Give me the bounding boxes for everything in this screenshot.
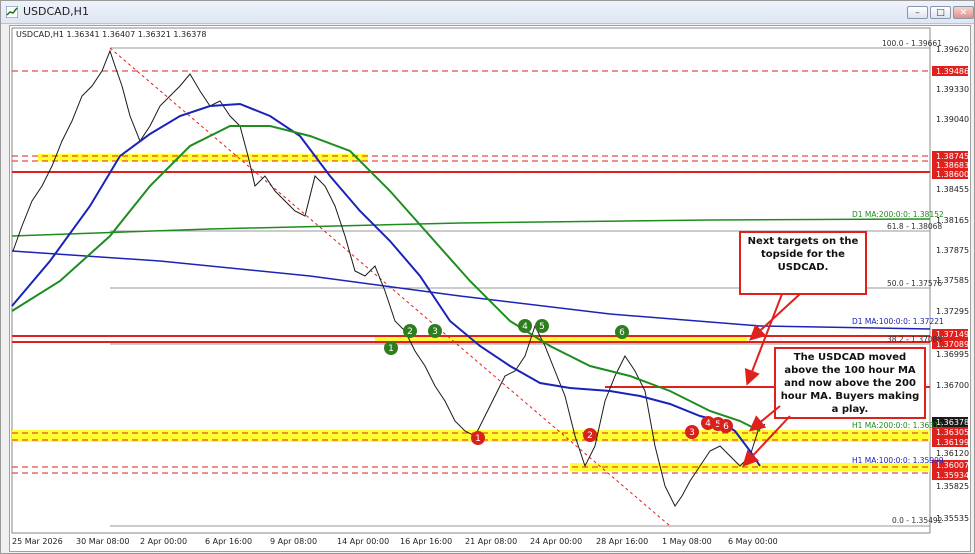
green-marker-label: 5 — [539, 322, 545, 332]
red-marker: 3 — [685, 425, 699, 439]
window-title: USDCAD,H1 — [23, 5, 89, 18]
price-label: 1.36700 — [936, 381, 969, 390]
green-marker: 6 — [615, 325, 629, 339]
time-label: 2 Apr 00:00 — [140, 537, 187, 546]
red-marker-label: 6 — [723, 422, 729, 432]
red-marker-label: 4 — [705, 419, 711, 429]
price-label: 1.37295 — [936, 307, 969, 316]
fib-label: 100.0 - 1.39661 — [882, 39, 942, 48]
time-label: 28 Apr 16:00 — [596, 537, 648, 546]
time-label: 9 Apr 08:00 — [270, 537, 317, 546]
time-label: 1 May 08:00 — [662, 537, 712, 546]
targets-annotation-text: Next targets on the topside for the USDC… — [747, 236, 859, 273]
ma-label: H1 MA:100:0:0: 1.35999 — [852, 456, 944, 465]
ma-label: D1 MA:100:0:0: 1.37221 — [852, 317, 944, 326]
close-button[interactable]: ✕ — [953, 6, 974, 19]
fib-label: 0.0 - 1.35492 — [892, 516, 943, 525]
red-marker-label: 2 — [587, 431, 593, 441]
fib-label: 61.8 - 1.38068 — [887, 222, 942, 231]
maximize-button[interactable]: □ — [930, 6, 951, 19]
price-label: 1.36199 — [936, 438, 969, 447]
time-label: 6 Apr 16:00 — [205, 537, 252, 546]
chart-area[interactable]: 1.39620 1.39486 1.39330 1.39040 1.38745 … — [9, 25, 971, 552]
targets-annotation: Next targets on the topside for the USDC… — [739, 231, 867, 295]
green-marker: 1 — [384, 341, 398, 355]
price-label: 1.36995 — [936, 350, 969, 359]
chart-info: USDCAD,H1 1.36341 1.36407 1.36321 1.3637… — [16, 30, 206, 39]
green-marker-label: 2 — [407, 327, 413, 337]
red-marker: 1 — [471, 431, 485, 445]
green-marker: 5 — [535, 319, 549, 333]
price-label: 1.35825 — [936, 482, 969, 491]
time-label: 25 Mar 2026 — [12, 537, 63, 546]
time-label: 24 Apr 00:00 — [530, 537, 582, 546]
price-label: 1.38600 — [936, 170, 969, 179]
red-marker: 6 — [719, 419, 733, 433]
green-marker-label: 4 — [522, 322, 528, 332]
price-chart[interactable]: 1.39620 1.39486 1.39330 1.39040 1.38745 … — [10, 26, 970, 551]
price-label: 1.39486 — [936, 67, 969, 76]
ma-label: H1 MA:200:0:0: 1.36311 — [852, 421, 944, 430]
red-marker-label: 1 — [475, 434, 481, 444]
price-label: 1.38683 — [936, 161, 969, 170]
green-marker: 4 — [518, 319, 532, 333]
green-marker: 2 — [403, 324, 417, 338]
time-label: 16 Apr 16:00 — [400, 537, 452, 546]
green-marker-label: 6 — [619, 328, 625, 338]
red-marker: 2 — [583, 428, 597, 442]
price-label: 1.38745 — [936, 152, 969, 161]
chart-app-icon — [6, 6, 18, 18]
price-label: 1.39040 — [936, 115, 969, 124]
time-label: 30 Mar 08:00 — [76, 537, 129, 546]
move-annotation-text: The USDCAD moved above the 100 hour MA a… — [780, 352, 920, 415]
ma-label: D1 MA:200:0:0: 1.38152 — [852, 210, 944, 219]
green-marker-label: 1 — [388, 344, 394, 354]
price-label: 1.35934 — [936, 471, 969, 480]
red-marker-label: 3 — [689, 428, 695, 438]
fib-label: 38.2 - 1.37085 — [887, 335, 942, 344]
title-bar: USDCAD,H1 – □ ✕ — [1, 1, 974, 24]
green-marker: 3 — [428, 324, 442, 338]
time-label: 14 Apr 00:00 — [337, 537, 389, 546]
chart-window: USDCAD,H1 – □ ✕ 1.39620 1.39486 1.39330 … — [0, 0, 975, 554]
time-axis: 25 Mar 2026 30 Mar 08:00 2 Apr 00:00 6 A… — [12, 537, 778, 546]
price-label: 1.38455 — [936, 185, 969, 194]
move-annotation: The USDCAD moved above the 100 hour MA a… — [774, 347, 926, 419]
fib-label: 50.0 - 1.37576 — [887, 279, 942, 288]
time-label: 6 May 00:00 — [728, 537, 778, 546]
minimize-button[interactable]: – — [907, 6, 928, 19]
time-label: 21 Apr 08:00 — [465, 537, 517, 546]
price-label: 1.39330 — [936, 85, 969, 94]
green-marker-label: 3 — [432, 327, 438, 337]
price-label: 1.37875 — [936, 246, 969, 255]
